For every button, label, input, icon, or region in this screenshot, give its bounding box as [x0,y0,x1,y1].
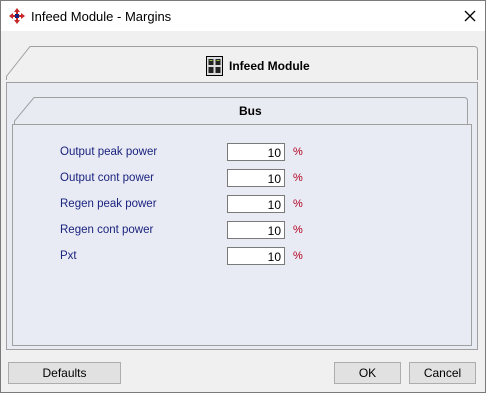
close-button[interactable] [455,1,485,31]
pxt-unit: % [293,250,303,262]
regen-peak-power-unit: % [293,198,303,210]
pxt-input[interactable]: 10 [227,247,285,265]
regen-cont-power-unit: % [293,224,303,236]
output-cont-power-unit: % [293,172,303,184]
pxt-label: Pxt [60,250,77,262]
cancel-button[interactable]: Cancel [409,362,476,384]
title-bar[interactable]: Infeed Module - Margins [1,1,485,31]
outer-tab-text: Infeed Module [229,59,310,73]
output-peak-power-input[interactable]: 10 [227,143,285,161]
module-icon [206,56,223,76]
output-peak-power-unit: % [293,146,303,158]
tab-infeed-module-label: Infeed Module [206,56,310,76]
tab-bus-label: Bus [239,104,262,118]
regen-cont-power-input[interactable]: 10 [227,221,285,239]
regen-peak-power-label: Regen peak power [60,198,157,210]
window-title: Infeed Module - Margins [31,9,172,24]
close-icon [464,10,476,22]
output-cont-power-input[interactable]: 10 [227,169,285,187]
regen-peak-power-input[interactable]: 10 [227,195,285,213]
defaults-button[interactable]: Defaults [8,362,121,384]
ok-button[interactable]: OK [334,362,401,384]
regen-cont-power-label: Regen cont power [60,224,154,236]
output-cont-power-label: Output cont power [60,172,154,184]
output-peak-power-label: Output peak power [60,146,158,158]
move-cross-icon [9,8,25,24]
